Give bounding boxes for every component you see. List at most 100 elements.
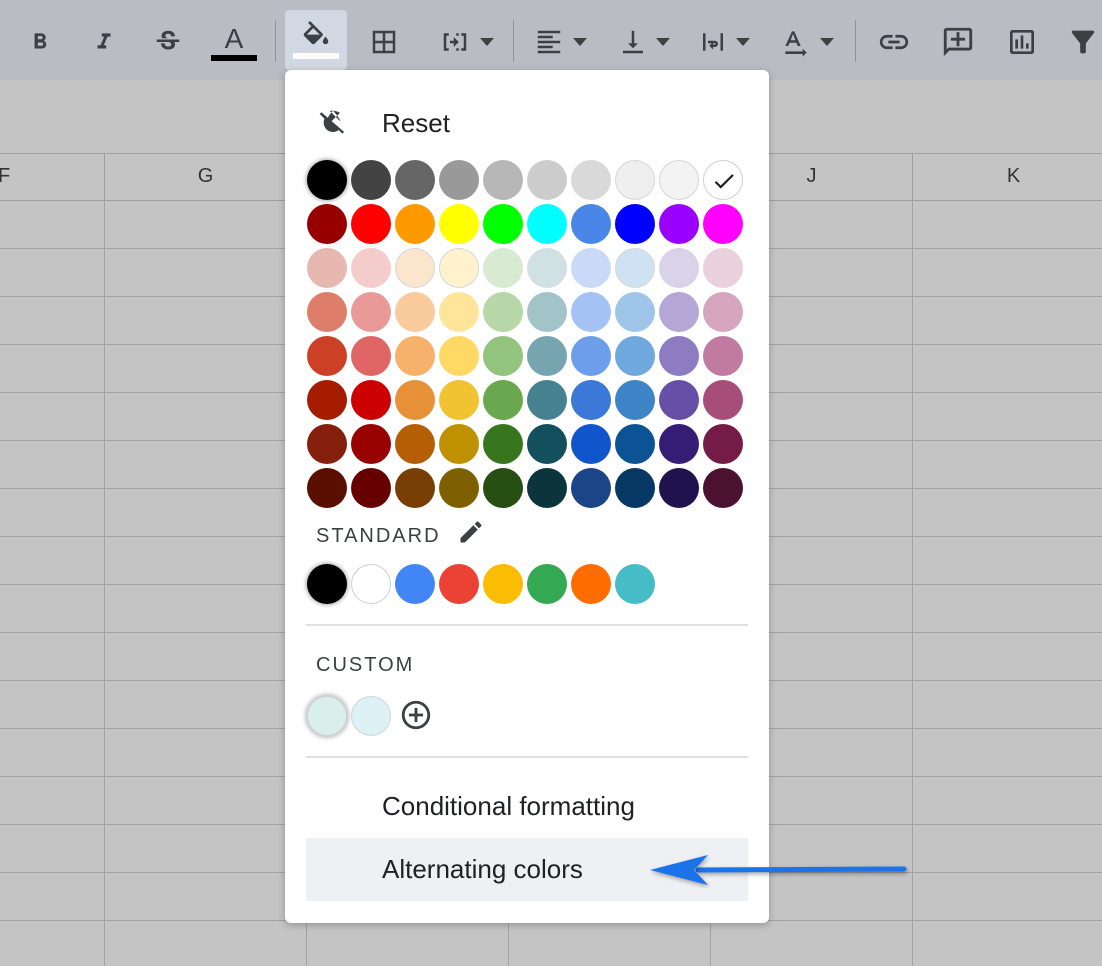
color-swatch[interactable] xyxy=(527,380,567,420)
strikethrough-button[interactable] xyxy=(146,12,190,72)
edit-pencil-icon[interactable] xyxy=(457,518,485,546)
color-swatch[interactable] xyxy=(483,204,523,244)
color-swatch[interactable] xyxy=(571,380,611,420)
color-swatch[interactable] xyxy=(439,292,479,332)
color-swatch[interactable] xyxy=(703,380,743,420)
color-swatch[interactable] xyxy=(659,204,699,244)
color-swatch[interactable] xyxy=(395,424,435,464)
color-swatch[interactable] xyxy=(439,160,479,200)
column-header[interactable]: K xyxy=(913,153,1102,200)
color-swatch[interactable] xyxy=(615,564,655,604)
color-swatch[interactable] xyxy=(307,160,347,200)
color-swatch[interactable] xyxy=(527,204,567,244)
color-swatch[interactable] xyxy=(351,160,391,200)
filter-button[interactable] xyxy=(1066,12,1102,72)
color-swatch[interactable] xyxy=(351,248,391,288)
color-swatch[interactable] xyxy=(615,160,655,200)
color-swatch[interactable] xyxy=(395,564,435,604)
merge-cells-button[interactable] xyxy=(428,12,506,72)
color-swatch[interactable] xyxy=(483,160,523,200)
borders-button[interactable] xyxy=(362,12,406,72)
column-header[interactable]: G xyxy=(105,153,307,200)
color-swatch[interactable] xyxy=(571,292,611,332)
color-swatch[interactable] xyxy=(483,468,523,508)
color-swatch[interactable] xyxy=(439,424,479,464)
color-swatch[interactable] xyxy=(307,380,347,420)
color-swatch[interactable] xyxy=(659,336,699,376)
color-swatch[interactable] xyxy=(571,564,611,604)
horizontal-align-button[interactable] xyxy=(526,12,596,72)
color-swatch[interactable] xyxy=(395,468,435,508)
column-header[interactable]: F xyxy=(0,153,105,200)
color-swatch[interactable] xyxy=(439,336,479,376)
text-wrapping-button[interactable] xyxy=(692,12,758,72)
color-swatch[interactable] xyxy=(439,468,479,508)
color-swatch[interactable] xyxy=(307,424,347,464)
color-swatch[interactable] xyxy=(703,292,743,332)
color-swatch[interactable] xyxy=(571,204,611,244)
color-swatch[interactable] xyxy=(527,248,567,288)
color-swatch[interactable] xyxy=(659,468,699,508)
conditional-formatting-item[interactable]: Conditional formatting xyxy=(306,775,748,838)
color-swatch[interactable] xyxy=(307,248,347,288)
color-swatch[interactable] xyxy=(395,248,435,288)
insert-comment-button[interactable] xyxy=(934,12,982,72)
color-swatch[interactable] xyxy=(659,248,699,288)
italic-button[interactable] xyxy=(82,12,126,72)
color-swatch[interactable] xyxy=(483,292,523,332)
color-swatch[interactable] xyxy=(439,380,479,420)
color-swatch[interactable] xyxy=(703,468,743,508)
color-swatch[interactable] xyxy=(351,204,391,244)
color-swatch[interactable] xyxy=(571,424,611,464)
bold-button[interactable] xyxy=(18,12,62,72)
color-swatch[interactable] xyxy=(351,468,391,508)
color-swatch[interactable] xyxy=(483,248,523,288)
color-swatch[interactable] xyxy=(483,380,523,420)
color-swatch[interactable] xyxy=(351,696,391,736)
color-swatch[interactable] xyxy=(703,424,743,464)
color-swatch[interactable] xyxy=(615,468,655,508)
color-swatch[interactable] xyxy=(615,336,655,376)
color-swatch[interactable] xyxy=(483,424,523,464)
color-swatch[interactable] xyxy=(571,336,611,376)
insert-chart-button[interactable] xyxy=(998,12,1046,72)
color-swatch[interactable] xyxy=(439,204,479,244)
text-rotation-button[interactable] xyxy=(774,12,842,72)
color-swatch[interactable] xyxy=(703,336,743,376)
color-swatch[interactable] xyxy=(659,160,699,200)
color-swatch[interactable] xyxy=(307,336,347,376)
color-swatch[interactable] xyxy=(615,292,655,332)
color-swatch[interactable] xyxy=(615,248,655,288)
color-swatch[interactable] xyxy=(307,564,347,604)
color-swatch[interactable] xyxy=(571,248,611,288)
color-swatch[interactable] xyxy=(439,564,479,604)
color-swatch[interactable] xyxy=(703,160,743,200)
color-swatch[interactable] xyxy=(483,564,523,604)
color-swatch[interactable] xyxy=(351,336,391,376)
color-swatch[interactable] xyxy=(395,336,435,376)
color-swatch[interactable] xyxy=(527,292,567,332)
color-swatch[interactable] xyxy=(659,292,699,332)
color-swatch[interactable] xyxy=(307,204,347,244)
text-color-button[interactable]: A xyxy=(208,12,260,72)
color-swatch[interactable] xyxy=(615,424,655,464)
color-swatch[interactable] xyxy=(571,160,611,200)
color-swatch[interactable] xyxy=(351,292,391,332)
color-swatch[interactable] xyxy=(351,424,391,464)
color-swatch[interactable] xyxy=(659,380,699,420)
color-swatch[interactable] xyxy=(527,160,567,200)
color-swatch[interactable] xyxy=(351,564,391,604)
color-swatch[interactable] xyxy=(307,468,347,508)
fill-color-button[interactable] xyxy=(285,10,347,70)
reset-button[interactable]: Reset xyxy=(285,92,769,156)
color-swatch[interactable] xyxy=(527,564,567,604)
color-swatch[interactable] xyxy=(439,248,479,288)
color-swatch[interactable] xyxy=(395,292,435,332)
color-swatch[interactable] xyxy=(659,424,699,464)
color-swatch[interactable] xyxy=(395,204,435,244)
color-swatch[interactable] xyxy=(527,468,567,508)
color-swatch[interactable] xyxy=(703,204,743,244)
add-custom-color-icon[interactable] xyxy=(399,698,433,732)
color-swatch[interactable] xyxy=(351,380,391,420)
color-swatch[interactable] xyxy=(307,292,347,332)
